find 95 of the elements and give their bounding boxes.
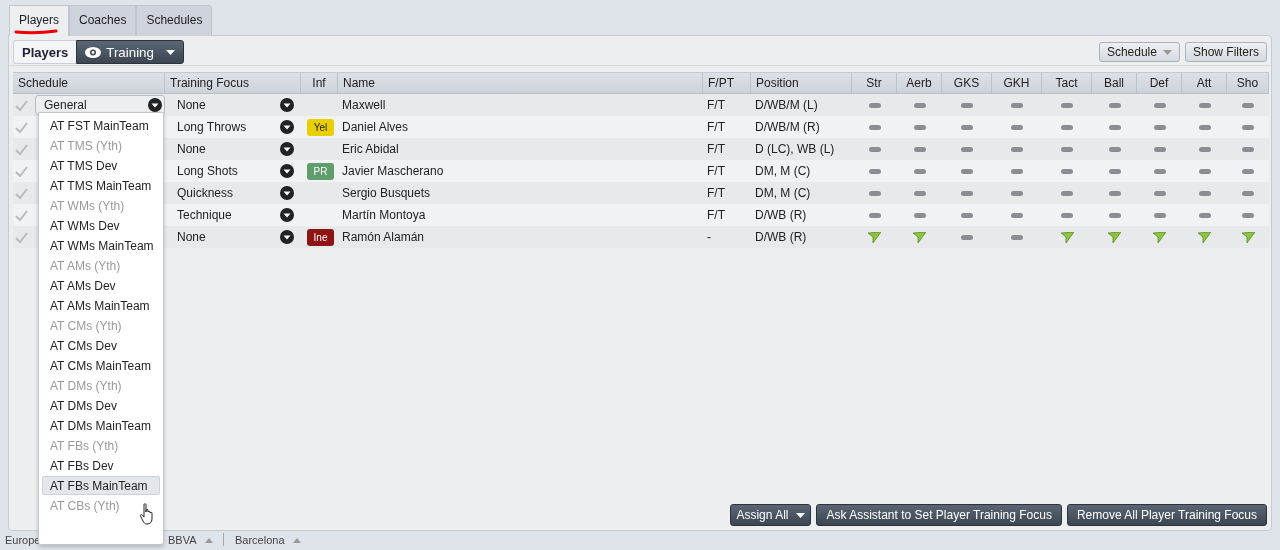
column-header[interactable]: Name (338, 73, 703, 93)
menu-item[interactable]: AT CMs MainTeam (42, 356, 160, 375)
dropdown-icon[interactable] (280, 208, 294, 222)
menu-item[interactable]: AT CMs Dev (42, 336, 160, 355)
checkmark-icon[interactable] (15, 209, 28, 221)
table-cell-text: Eric Abidal (341, 142, 400, 156)
view-button[interactable]: Training (76, 40, 185, 64)
menu-item[interactable]: AT WMs Dev (42, 216, 160, 235)
table-cell-text: F/T (706, 98, 726, 112)
table-cell-text: Sergio Busquets (341, 186, 432, 200)
caret-icon (796, 512, 806, 518)
checkmark-icon[interactable] (15, 165, 28, 177)
column-header[interactable]: Def (1137, 73, 1182, 93)
menu-item[interactable]: AT DMs MainTeam (42, 416, 160, 435)
table-cell-text: DM, M (C) (754, 186, 812, 200)
column-header[interactable]: Inf (301, 73, 338, 93)
menu-item[interactable]: AT WMs MainTeam (42, 236, 160, 255)
tab[interactable]: Coaches (69, 5, 137, 36)
column-header[interactable]: Ball (1092, 73, 1137, 93)
column-header[interactable]: Training Focus (165, 73, 301, 93)
caret-up-icon (292, 537, 301, 543)
table-cell-text: Ramón Alamán (341, 230, 426, 244)
dropdown-icon[interactable] (280, 164, 294, 178)
table-cell-text: D/WB (R) (754, 208, 808, 222)
dropdown-icon[interactable] (280, 230, 294, 244)
dropdown-icon[interactable] (280, 186, 294, 200)
table-cell: Long Throws (177, 120, 247, 134)
menu-item[interactable]: AT FST MainTeam (42, 116, 160, 135)
tab[interactable]: Schedules (136, 5, 213, 36)
column-header[interactable]: Position (751, 73, 852, 93)
menu-item[interactable]: AT TMS Dev (42, 156, 160, 175)
caret-up-icon (204, 537, 213, 543)
tab[interactable]: Players (9, 5, 69, 36)
table-cell-text: - (706, 230, 712, 244)
action-button[interactable]: Ask Assistant to Set Player Training Focus (816, 504, 1062, 526)
schedule-button[interactable]: Schedule (1098, 42, 1180, 62)
table-cell: None (177, 230, 206, 244)
table-cell-text: Javier Mascherano (341, 164, 445, 178)
status-item[interactable]: BBVA (168, 534, 197, 546)
checkmark-icon[interactable] (15, 99, 28, 111)
column-header[interactable]: Schedule (13, 73, 165, 93)
panel-title: Players (13, 40, 77, 64)
menu-item[interactable]: AT FBs MainTeam (42, 476, 160, 495)
table-cell-text: DM, M (C) (754, 164, 812, 178)
dropdown-icon[interactable] (280, 120, 294, 134)
status-badge: Yel (307, 118, 334, 136)
checkmark-icon[interactable] (15, 121, 28, 133)
menu-item[interactable]: AT DMs Dev (42, 396, 160, 415)
table-cell-text: F/T (706, 186, 726, 200)
table-cell-text: D/WB (R) (754, 230, 808, 244)
status-item[interactable]: Barcelona (235, 534, 285, 546)
table-cell-text: D/WB/M (R) (754, 120, 821, 134)
checkmark-icon[interactable] (15, 231, 28, 243)
filters-button[interactable]: Show Filters (1184, 42, 1267, 62)
caret-icon (1162, 49, 1172, 55)
table-cell: None (177, 98, 206, 112)
column-header[interactable]: Sho (1227, 73, 1269, 93)
checkmark-icon[interactable] (15, 187, 28, 199)
status-badge: PR (307, 162, 334, 180)
column-header[interactable]: Att (1182, 73, 1227, 93)
column-header[interactable]: F/PT (703, 73, 751, 93)
dropdown-icon[interactable] (280, 142, 294, 156)
column-header[interactable]: GKS (942, 73, 992, 93)
schedule-dropdown[interactable]: General (35, 95, 165, 115)
column-header[interactable]: Aerb (897, 73, 942, 93)
table-cell-text: F/T (706, 208, 726, 222)
assign-button[interactable]: Assign All (730, 504, 812, 526)
table-cell: None (177, 142, 206, 156)
checkmark-icon[interactable] (15, 143, 28, 155)
dropdown-icon[interactable] (280, 98, 294, 112)
table-cell-text: Martín Montoya (341, 208, 427, 222)
table-cell-text: Daniel Alves (341, 120, 410, 134)
caret-icon (166, 49, 176, 55)
action-button[interactable]: Remove All Player Training Focus (1066, 504, 1267, 526)
table-cell-text: Maxwell (341, 98, 387, 112)
column-header[interactable]: Tact (1042, 73, 1092, 93)
eye-icon (85, 46, 102, 58)
menu-item[interactable]: AT FBs Dev (42, 456, 160, 475)
table-cell: Quickness (177, 186, 234, 200)
table-cell: Long Shots (177, 164, 238, 178)
table-cell-text: D/WB/M (L) (754, 98, 819, 112)
table-cell-text: F/T (706, 120, 726, 134)
table-cell: Technique (177, 208, 232, 222)
status-item[interactable]: Europe (5, 534, 41, 546)
status-badge: Ine (307, 228, 334, 246)
column-header[interactable]: Str (852, 73, 897, 93)
table-cell-text: F/T (706, 164, 726, 178)
table-cell-text: D (LC), WB (L) (754, 142, 836, 156)
menu-item[interactable]: AT AMs Dev (42, 276, 160, 295)
dropdown-value: General (44, 98, 87, 112)
menu-item[interactable]: AT TMS MainTeam (42, 176, 160, 195)
table-cell-text: F/T (706, 142, 726, 156)
dropdown-icon[interactable] (148, 98, 162, 112)
column-header[interactable]: GKH (992, 73, 1042, 93)
menu-item[interactable]: AT AMs MainTeam (42, 296, 160, 315)
